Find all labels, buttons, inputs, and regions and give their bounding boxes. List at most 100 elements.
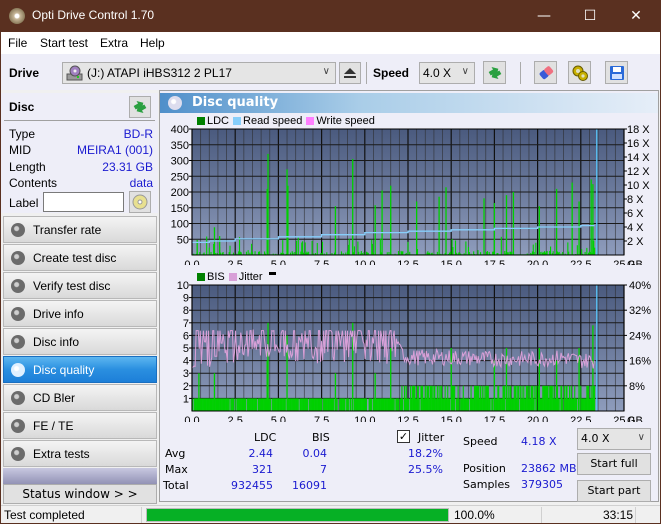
y2-tick-label: 16 X bbox=[627, 138, 650, 150]
position-label: Position bbox=[463, 462, 506, 475]
x-tick-label: 17.5 bbox=[484, 259, 505, 265]
stats-avg-ldc: 2.44 bbox=[248, 447, 274, 460]
nav-fe-te[interactable]: FE / TE bbox=[3, 412, 157, 439]
y-tick-label: 150 bbox=[171, 203, 189, 215]
drive-select[interactable]: (J:) ATAPI iHBS312 2 PL17 ∨ bbox=[62, 62, 336, 84]
y-tick-label: 300 bbox=[171, 156, 189, 168]
eraser-icon bbox=[539, 65, 553, 79]
menu-extra[interactable]: Extra bbox=[100, 36, 128, 50]
y-tick-label: 5 bbox=[183, 343, 189, 355]
drive-info-icon bbox=[11, 307, 25, 321]
y-tick-label: 350 bbox=[171, 140, 189, 152]
eject-button[interactable] bbox=[339, 62, 361, 84]
nav-label: Extra tests bbox=[33, 447, 90, 461]
nav-disc-info[interactable]: Disc info bbox=[3, 328, 157, 355]
refresh-button[interactable] bbox=[483, 61, 506, 84]
divider bbox=[541, 507, 542, 523]
x-tick-label: 5.0 bbox=[271, 259, 286, 265]
gears-icon bbox=[572, 65, 588, 81]
y-tick-label: 9 bbox=[183, 293, 189, 305]
disc-quality-icon bbox=[168, 96, 182, 110]
nav-extra-tests[interactable]: Extra tests bbox=[3, 440, 157, 467]
x-tick-label: 12.5 bbox=[397, 415, 418, 422]
label-disc-button[interactable] bbox=[129, 191, 151, 213]
test-speed-value: 4.0 X bbox=[581, 432, 610, 445]
y-tick-label: 10 bbox=[177, 280, 189, 292]
y2-tick-label: 6 X bbox=[627, 208, 644, 220]
x-axis-unit-label: GB bbox=[627, 259, 643, 265]
elapsed-time: 33:15 bbox=[603, 508, 634, 522]
disc-type-key: Type bbox=[9, 127, 36, 141]
toolbar-divider bbox=[366, 62, 367, 84]
nav-label: Disc quality bbox=[33, 363, 95, 377]
y-tick-label: 3 bbox=[183, 368, 189, 380]
nav-create-test-disc[interactable]: Create test disc bbox=[3, 244, 157, 271]
legend-marker bbox=[268, 271, 276, 275]
x-tick-label: 5.0 bbox=[271, 415, 286, 422]
nav-drive-info[interactable]: Drive info bbox=[3, 300, 157, 327]
status-text: Test completed bbox=[4, 508, 85, 522]
disc-length-key: Length bbox=[9, 160, 46, 174]
disc-refresh-button[interactable] bbox=[129, 96, 151, 118]
app-window: Opti Drive Control 1.70 — ☐ ✕ File Start… bbox=[1, 0, 660, 523]
maximize-button[interactable]: ☐ bbox=[567, 0, 613, 32]
label-input[interactable] bbox=[43, 192, 124, 212]
eject-icon bbox=[344, 68, 356, 78]
samples-value: 379305 bbox=[521, 478, 563, 491]
jitter-checkbox[interactable]: ✓ bbox=[397, 430, 410, 443]
status-window-button[interactable]: Status window > > bbox=[3, 484, 157, 504]
stats-total-label: Total bbox=[163, 479, 189, 492]
x-tick-label: 20.0 bbox=[527, 259, 548, 265]
save-button[interactable] bbox=[605, 61, 628, 84]
nav-cd-bler[interactable]: CD Bler bbox=[3, 384, 157, 411]
nav-disc-quality[interactable]: Disc quality bbox=[3, 356, 157, 383]
disc-length-value: 23.31 GB bbox=[102, 160, 153, 174]
disc-contents-value: data bbox=[129, 176, 153, 190]
y2-tick-label: 16% bbox=[629, 356, 651, 368]
divider bbox=[4, 120, 155, 121]
status-bar: Test completed 100.0% 33:15 bbox=[1, 505, 660, 523]
minimize-button[interactable]: — bbox=[521, 0, 567, 32]
y-tick-label: 400 bbox=[171, 125, 189, 136]
y2-tick-label: 14 X bbox=[627, 152, 650, 164]
start-full-button[interactable]: Start full bbox=[577, 453, 651, 475]
speed-label: Speed bbox=[463, 435, 498, 448]
verify-disc-icon bbox=[11, 279, 25, 293]
legend-swatch-ldc bbox=[197, 117, 205, 125]
menu-start-test[interactable]: Start test bbox=[40, 36, 88, 50]
erase-button[interactable] bbox=[534, 61, 557, 84]
y-tick-label: 2 bbox=[183, 381, 189, 393]
window-title: Opti Drive Control 1.70 bbox=[32, 8, 155, 22]
speed-select[interactable]: 4.0 X ∨ bbox=[419, 62, 475, 84]
speed-label: Speed bbox=[373, 66, 410, 80]
drive-label: Drive bbox=[9, 66, 40, 80]
progress-bar bbox=[146, 508, 449, 522]
y-tick-label: 6 bbox=[183, 330, 189, 342]
y-tick-label: 100 bbox=[171, 219, 189, 231]
menu-bar: File Start test Extra Help bbox=[1, 32, 660, 54]
cd-bler-icon bbox=[11, 391, 25, 405]
settings-button[interactable] bbox=[568, 61, 591, 84]
x-tick-label: 12.5 bbox=[397, 259, 418, 265]
stats-avg-jitter: 18.2% bbox=[408, 447, 443, 460]
menu-help[interactable]: Help bbox=[140, 36, 165, 50]
panel-title: Disc quality bbox=[192, 95, 279, 110]
nav-verify-test-disc[interactable]: Verify test disc bbox=[3, 272, 157, 299]
start-part-button[interactable]: Start part bbox=[577, 480, 651, 502]
stats-avg-bis: 0.04 bbox=[302, 447, 328, 460]
speed-value: 4.18 X bbox=[521, 435, 557, 448]
ldc-chart: 50 100 150 200 250 300 350 400 2 X 4 X 6 X 8 X 10 X 1… bbox=[171, 125, 651, 265]
stats-col-ldc: LDC bbox=[254, 431, 277, 444]
menu-file[interactable]: File bbox=[8, 36, 27, 50]
stats-avg-label: Avg bbox=[165, 447, 186, 460]
refresh-arrows-icon bbox=[133, 100, 147, 114]
x-tick-label: 22.5 bbox=[570, 259, 591, 265]
app-disc-icon bbox=[9, 8, 25, 24]
y2-tick-label: 24% bbox=[629, 330, 651, 342]
test-speed-select[interactable]: 4.0 X ∨ bbox=[577, 428, 651, 450]
nav-label: Verify test disc bbox=[33, 279, 111, 293]
nav-transfer-rate[interactable]: Transfer rate bbox=[3, 216, 157, 243]
close-button[interactable]: ✕ bbox=[613, 0, 659, 32]
disc-header: Disc bbox=[9, 100, 35, 114]
extra-tests-icon bbox=[11, 447, 25, 461]
